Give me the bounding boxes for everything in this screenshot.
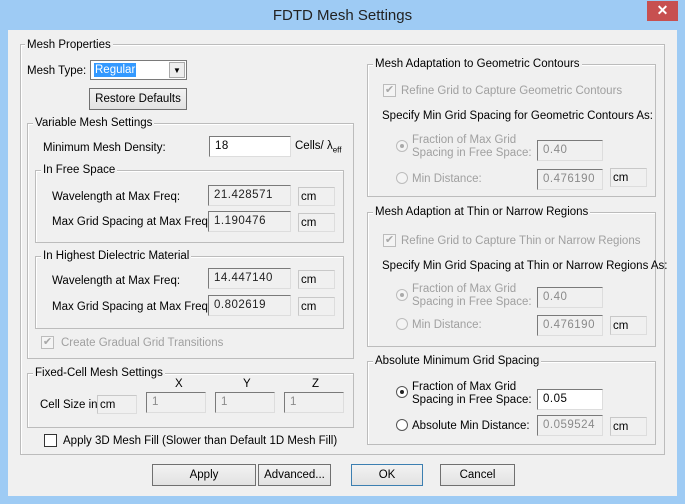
absolute-min-distance-label: Absolute Min Distance: xyxy=(412,420,530,432)
thin-refine-label: Refine Grid to Capture Thin or Narrow Re… xyxy=(401,235,641,247)
close-icon[interactable]: ✕ xyxy=(647,1,678,21)
cell-size-y[interactable]: 1 xyxy=(215,392,275,413)
contours-unit: cm xyxy=(610,168,647,187)
z-header: Z xyxy=(312,378,320,390)
fs-wavelength-label: Wavelength at Max Freq: xyxy=(52,191,181,203)
free-space-label: In Free Space xyxy=(41,163,118,177)
absolute-label: Absolute Minimum Grid Spacing xyxy=(373,354,542,368)
cancel-button[interactable]: Cancel xyxy=(440,464,515,486)
absolute-fraction-label-1: Fraction of Max Grid xyxy=(412,381,517,393)
absolute-fraction-radio[interactable] xyxy=(396,386,408,398)
contours-min-distance-field[interactable]: 0.476190 xyxy=(537,169,603,190)
cell-size-z[interactable]: 1 xyxy=(284,392,344,413)
contours-refine-checkbox[interactable]: ✔ xyxy=(383,84,396,97)
contours-specify-label: Specify Min Grid Spacing for Geometric C… xyxy=(382,110,653,122)
contours-min-distance-label: Min Distance: xyxy=(412,173,482,185)
y-header: Y xyxy=(243,378,251,390)
de-spacing-unit: cm xyxy=(298,297,335,316)
mesh-type-value: Regular xyxy=(94,63,137,77)
contours-fraction-label-2: Spacing in Free Space: xyxy=(412,147,532,159)
mesh-type-select[interactable]: Regular ▼ xyxy=(90,60,187,80)
thin-fraction-label-1: Fraction of Max Grid xyxy=(412,283,517,295)
thin-refine-checkbox[interactable]: ✔ xyxy=(383,234,396,247)
contours-label: Mesh Adaptation to Geometric Contours xyxy=(373,57,582,71)
fs-spacing-field: 1.190476 xyxy=(208,211,291,232)
gradual-transitions-label: Create Gradual Grid Transitions xyxy=(61,337,224,349)
absolute-min-distance-radio[interactable] xyxy=(396,419,408,431)
thin-specify-label: Specify Min Grid Spacing at Thin or Narr… xyxy=(382,260,668,272)
de-spacing-field: 0.802619 xyxy=(208,295,291,316)
unit-text: Cells/ λ xyxy=(295,140,333,152)
apply-button[interactable]: Apply xyxy=(152,464,256,486)
mesh-type-label: Mesh Type: xyxy=(27,65,87,77)
free-space-group xyxy=(35,170,344,243)
contours-min-distance-radio[interactable] xyxy=(396,172,408,184)
thin-label: Mesh Adaption at Thin or Narrow Regions xyxy=(373,205,591,219)
de-spacing-label: Max Grid Spacing at Max Freq: xyxy=(52,301,212,313)
absolute-fraction-field[interactable]: 0.05 xyxy=(537,389,603,410)
thin-min-distance-label: Min Distance: xyxy=(412,319,482,331)
unit-sub: eff xyxy=(332,145,342,155)
thin-fraction-field[interactable]: 0.40 xyxy=(537,287,603,308)
advanced-button[interactable]: Advanced... xyxy=(258,464,331,486)
contours-fraction-field[interactable]: 0.40 xyxy=(537,140,603,161)
x-header: X xyxy=(175,378,183,390)
absolute-unit: cm xyxy=(610,417,647,436)
chevron-down-icon[interactable]: ▼ xyxy=(169,62,185,78)
de-wavelength-field: 14.447140 xyxy=(208,268,291,289)
fs-spacing-unit: cm xyxy=(298,213,335,232)
cell-size-unit: cm xyxy=(97,395,137,414)
absolute-fraction-label-2: Spacing in Free Space: xyxy=(412,394,532,406)
min-density-label: Minimum Mesh Density: xyxy=(43,142,166,154)
contours-fraction-radio[interactable] xyxy=(396,140,408,152)
fixed-cell-label: Fixed-Cell Mesh Settings xyxy=(33,366,165,380)
restore-defaults-button[interactable]: Restore Defaults xyxy=(89,88,187,110)
thin-min-distance-radio[interactable] xyxy=(396,318,408,330)
variable-mesh-label: Variable Mesh Settings xyxy=(33,116,155,130)
thin-fraction-radio[interactable] xyxy=(396,289,408,301)
de-wavelength-unit: cm xyxy=(298,270,335,289)
dielectric-label: In Highest Dielectric Material xyxy=(41,249,192,263)
fs-wavelength-unit: cm xyxy=(298,187,335,206)
contours-fraction-label-1: Fraction of Max Grid xyxy=(412,134,517,146)
fs-spacing-label: Max Grid Spacing at Max Freq: xyxy=(52,216,212,228)
dielectric-group xyxy=(35,256,344,329)
fs-wavelength-field: 21.428571 xyxy=(208,185,291,206)
thin-min-distance-field[interactable]: 0.476190 xyxy=(537,315,603,336)
absolute-min-distance-field[interactable]: 0.059524 xyxy=(537,415,603,436)
mesh-properties-label: Mesh Properties xyxy=(25,38,113,52)
contours-refine-label: Refine Grid to Capture Geometric Contour… xyxy=(401,85,623,97)
gradual-transitions-checkbox[interactable]: ✔ xyxy=(41,336,54,349)
min-density-unit: Cells/ λeff xyxy=(295,139,341,157)
min-density-input[interactable]: 18 xyxy=(209,136,291,157)
window-title: FDTD Mesh Settings xyxy=(272,7,413,24)
mesh-fill-label: Apply 3D Mesh Fill (Slower than Default … xyxy=(63,435,338,447)
cell-size-label: Cell Size in xyxy=(40,399,98,411)
mesh-fill-checkbox[interactable] xyxy=(44,434,57,447)
thin-fraction-label-2: Spacing in Free Space: xyxy=(412,296,532,308)
ok-button[interactable]: OK xyxy=(351,464,423,486)
de-wavelength-label: Wavelength at Max Freq: xyxy=(52,275,181,287)
thin-unit: cm xyxy=(610,316,647,335)
cell-size-x[interactable]: 1 xyxy=(146,392,206,413)
